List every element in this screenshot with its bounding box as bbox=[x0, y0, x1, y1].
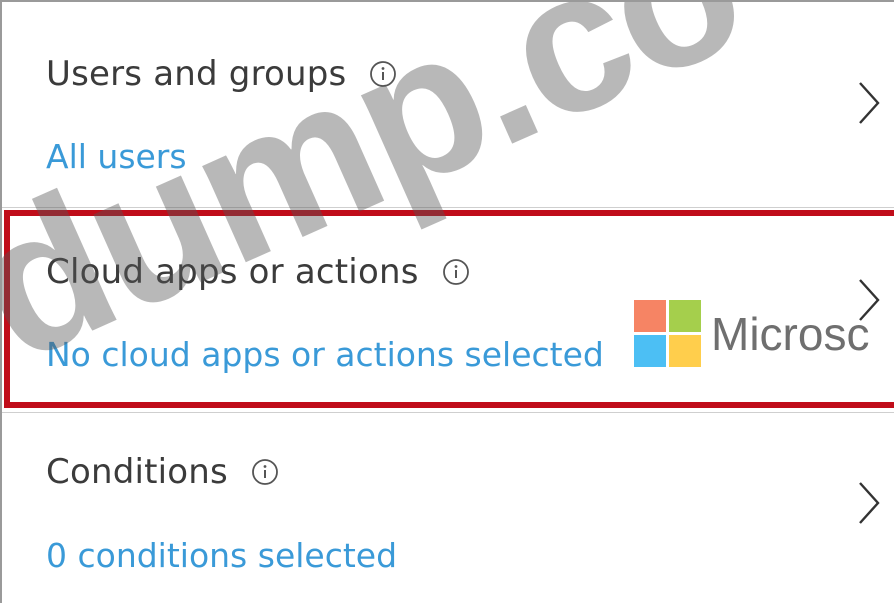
cloud-apps-title-line: Cloud apps or actions bbox=[46, 252, 471, 292]
info-icon[interactable] bbox=[441, 257, 471, 287]
chevron-right-icon[interactable] bbox=[856, 80, 882, 126]
conditions-value-link[interactable]: 0 conditions selected bbox=[46, 536, 397, 575]
cloud-apps-or-actions-value-link[interactable]: No cloud apps or actions selected bbox=[46, 335, 604, 374]
users-and-groups-title-line: Users and groups bbox=[46, 54, 398, 94]
cloud-apps-or-actions-row[interactable]: Cloud apps or actions No cloud apps or a… bbox=[2, 207, 894, 412]
info-icon[interactable] bbox=[368, 59, 398, 89]
users-and-groups-title: Users and groups bbox=[46, 54, 347, 94]
conditional-access-assignments-panel: Users and groups All users Cloud apps or… bbox=[0, 0, 894, 603]
users-and-groups-row[interactable]: Users and groups All users bbox=[2, 2, 894, 207]
conditions-row[interactable]: Conditions 0 conditions selected bbox=[2, 412, 894, 603]
conditions-title-line: Conditions bbox=[46, 452, 280, 492]
chevron-right-icon[interactable] bbox=[856, 480, 882, 526]
chevron-right-icon[interactable] bbox=[856, 277, 882, 323]
cloud-apps-or-actions-title: Cloud apps or actions bbox=[46, 252, 419, 292]
conditions-title: Conditions bbox=[46, 452, 228, 492]
users-and-groups-value-link[interactable]: All users bbox=[46, 137, 187, 176]
info-icon[interactable] bbox=[250, 457, 280, 487]
